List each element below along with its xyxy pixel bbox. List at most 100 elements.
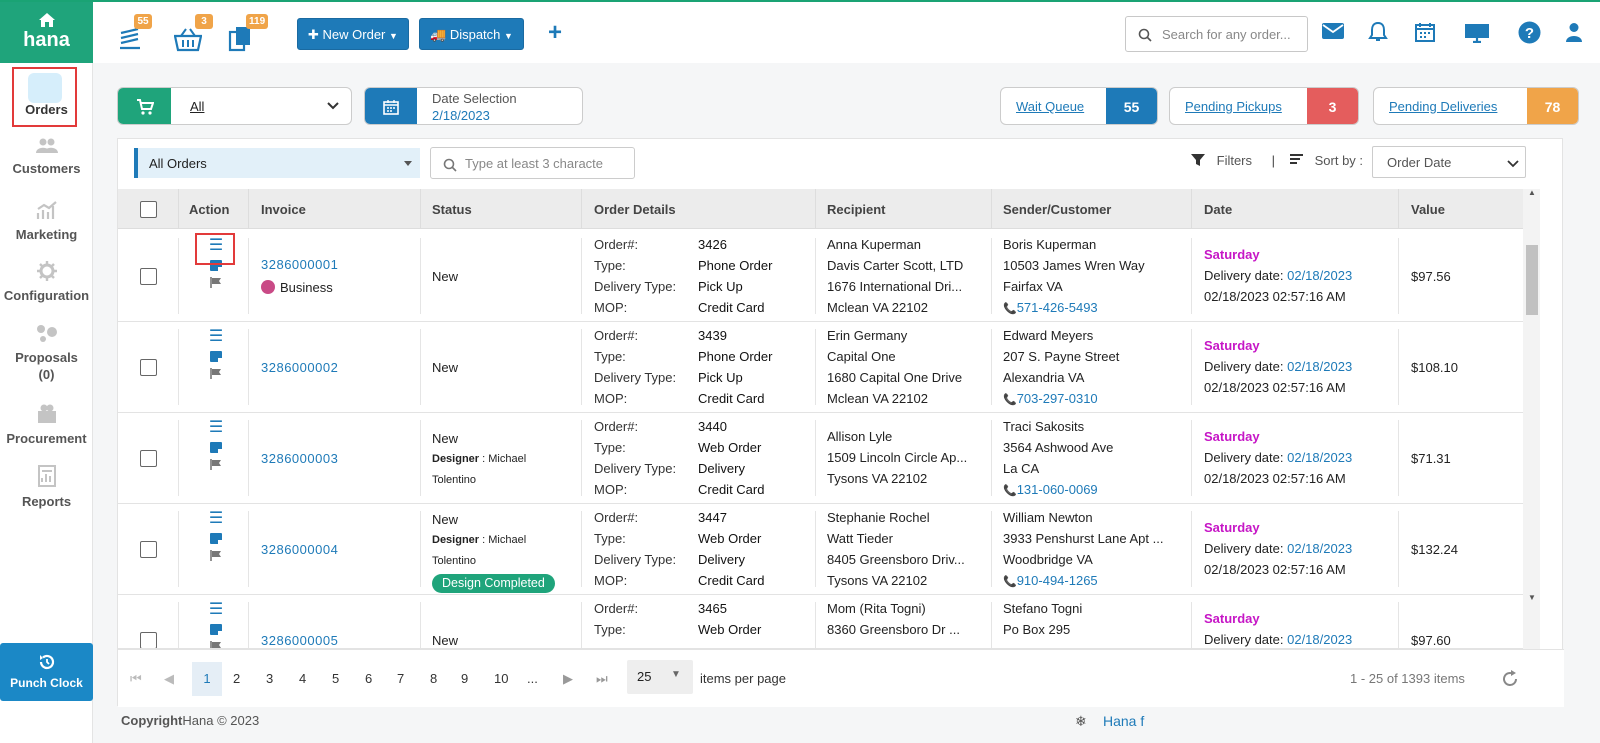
- procurement-icon: [37, 404, 56, 423]
- store-filter-select[interactable]: All: [117, 87, 352, 125]
- flag-icon[interactable]: [210, 459, 222, 470]
- scrollbar[interactable]: ▲ ▼: [1523, 188, 1540, 659]
- menu-icon[interactable]: ☰: [206, 418, 226, 438]
- invoice-link[interactable]: 3286000004: [261, 539, 338, 560]
- page-link[interactable]: 7: [397, 671, 404, 686]
- table-row[interactable]: ☰ 3286000004 New Designer : Michael Tolentin…: [118, 503, 1523, 595]
- row-checkbox[interactable]: [140, 359, 157, 376]
- last-page-icon[interactable]: ⏭: [596, 671, 608, 687]
- bell-icon[interactable]: [1368, 21, 1388, 43]
- delivery-date-link[interactable]: 02/18/2023: [1287, 632, 1352, 647]
- sidebar-item-configuration[interactable]: Configuration: [0, 261, 93, 303]
- invoice-link[interactable]: 3286000003: [261, 448, 338, 469]
- phone-link[interactable]: 📞571-426-5493: [1003, 297, 1098, 320]
- phone-link[interactable]: 📞703-297-0310: [1003, 388, 1098, 411]
- sidebar-item-marketing[interactable]: Marketing: [0, 200, 93, 242]
- user-icon[interactable]: [1565, 22, 1583, 42]
- page-link[interactable]: 1: [192, 662, 222, 696]
- page-link[interactable]: 10: [494, 671, 508, 686]
- row-actions: ☰: [206, 509, 226, 561]
- order-type-select[interactable]: All Orders: [134, 148, 420, 178]
- invoice-link[interactable]: 3286000005: [261, 630, 338, 648]
- sender-line: Boris Kuperman: [1003, 237, 1097, 252]
- page-link[interactable]: 5: [332, 671, 339, 686]
- delivery-date-link[interactable]: 02/18/2023: [1287, 541, 1352, 556]
- chevron-down-icon: [327, 102, 339, 110]
- flag-icon[interactable]: [210, 368, 222, 379]
- filters-button[interactable]: Filters |: [1191, 153, 1275, 168]
- home-icon: [38, 13, 55, 27]
- wait-queue-button[interactable]: Wait Queue 55: [1000, 87, 1158, 125]
- scrollbar-thumb[interactable]: [1526, 245, 1538, 315]
- sidebar: Orders Customers Marketing Configuration…: [0, 63, 93, 743]
- calendar-icon[interactable]: [1414, 21, 1436, 43]
- page-link[interactable]: 2: [233, 671, 240, 686]
- delivery-date-link[interactable]: 02/18/2023: [1287, 450, 1352, 465]
- menu-icon[interactable]: ☰: [206, 327, 226, 347]
- note-icon[interactable]: [210, 442, 222, 453]
- action-menu-highlight: [195, 233, 235, 265]
- new-order-button[interactable]: ✚ New Order ▼: [297, 18, 409, 50]
- note-icon[interactable]: [210, 351, 222, 362]
- page-link[interactable]: 9: [461, 671, 468, 686]
- add-tab-button[interactable]: +: [548, 18, 562, 48]
- monitor-icon[interactable]: [1464, 23, 1490, 43]
- recipient-line: 1509 Lincoln Circle Ap...: [827, 450, 968, 465]
- invoice-link[interactable]: 3286000002: [261, 357, 338, 378]
- select-all-checkbox[interactable]: [140, 201, 157, 218]
- deliveries-shortcut[interactable]: 119: [228, 14, 269, 52]
- order-value: $97.60: [1411, 633, 1451, 648]
- hana-logo[interactable]: hana: [0, 2, 93, 65]
- row-checkbox[interactable]: [140, 450, 157, 467]
- order-value: $97.56: [1411, 269, 1451, 284]
- menu-icon[interactable]: ☰: [206, 509, 226, 529]
- sort-select[interactable]: Order Date: [1372, 146, 1526, 178]
- prev-page-icon[interactable]: ◀: [164, 671, 174, 687]
- app-name: hana: [23, 29, 70, 51]
- per-page-select[interactable]: 25 ▼: [627, 660, 693, 694]
- help-icon[interactable]: ?: [1518, 21, 1541, 44]
- row-checkbox[interactable]: [140, 541, 157, 558]
- search-icon: [443, 158, 457, 172]
- page-link[interactable]: 4: [299, 671, 306, 686]
- next-page-icon[interactable]: ▶: [563, 671, 573, 687]
- pickups-shortcut[interactable]: 3: [174, 14, 213, 52]
- menu-icon[interactable]: ☰: [206, 600, 226, 620]
- table-row[interactable]: ☰ 3286000002 New Order#: 3439 Type: Phone Orde…: [118, 321, 1523, 413]
- table-row[interactable]: ☰ 3286000005 New Order#: 3465 Type: Web Order M…: [118, 594, 1523, 649]
- sidebar-item-customers[interactable]: Customers: [0, 138, 93, 176]
- page-link[interactable]: 3: [266, 671, 273, 686]
- date-selection-field[interactable]: Date Selection 2/18/2023: [364, 87, 583, 125]
- flag-icon[interactable]: [210, 277, 222, 288]
- grid-search-input[interactable]: Type at least 3 characte: [430, 147, 635, 179]
- first-page-icon[interactable]: ⏮: [130, 671, 142, 687]
- phone-link[interactable]: 📞131-060-0069: [1003, 479, 1098, 502]
- delivery-date-link[interactable]: 02/18/2023: [1287, 359, 1352, 374]
- punch-clock-button[interactable]: Punch Clock: [0, 643, 93, 701]
- refresh-icon[interactable]: [1500, 669, 1520, 689]
- sidebar-item-proposals[interactable]: Proposals (0): [0, 323, 93, 382]
- note-icon[interactable]: [210, 533, 222, 544]
- flag-icon[interactable]: [210, 550, 222, 561]
- pending-pickups-button[interactable]: Pending Pickups 3: [1169, 87, 1359, 125]
- sidebar-item-reports[interactable]: Reports: [0, 465, 93, 509]
- global-search-input[interactable]: Search for any order...: [1125, 16, 1308, 52]
- note-icon[interactable]: [210, 624, 222, 635]
- dispatch-button[interactable]: 🚚 Dispatch ▼: [419, 18, 524, 50]
- delivery-date-link[interactable]: 02/18/2023: [1287, 268, 1352, 283]
- row-checkbox[interactable]: [140, 268, 157, 285]
- invoice-link[interactable]: 3286000001: [261, 254, 338, 275]
- sidebar-item-procurement[interactable]: Procurement: [0, 404, 93, 446]
- table-row[interactable]: ☰ 3286000001 Business New Order#: 3426 Type: Ph…: [118, 230, 1523, 322]
- phone-link[interactable]: 📞910-494-1265: [1003, 570, 1098, 593]
- page-link[interactable]: 8: [430, 671, 437, 686]
- pending-deliveries-button[interactable]: Pending Deliveries 78: [1373, 87, 1579, 125]
- flag-icon[interactable]: [210, 641, 222, 649]
- row-checkbox[interactable]: [140, 632, 157, 648]
- wait-queue-shortcut[interactable]: 55: [118, 14, 154, 52]
- page-link[interactable]: 6: [365, 671, 372, 686]
- page-link[interactable]: ...: [527, 671, 538, 686]
- footer-link[interactable]: Hana f: [1103, 713, 1144, 729]
- mail-icon[interactable]: [1321, 22, 1345, 40]
- table-row[interactable]: ☰ 3286000003 New Designer : Michael Tolentin…: [118, 412, 1523, 504]
